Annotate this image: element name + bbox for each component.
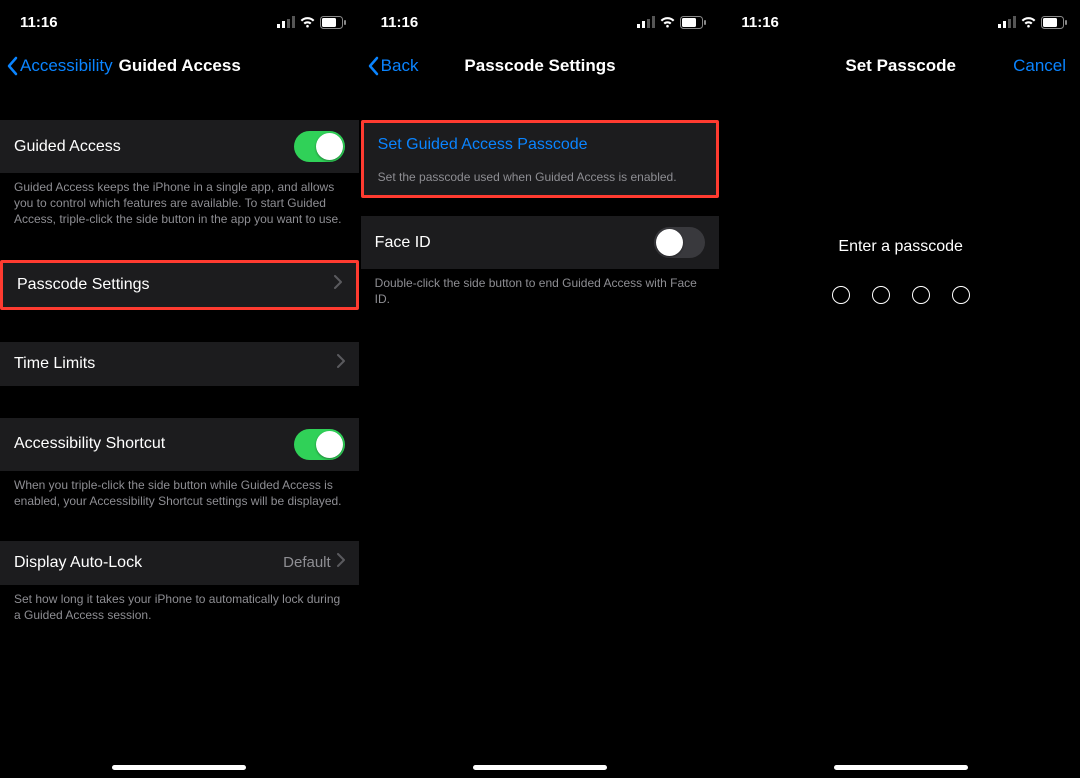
chevron-right-icon bbox=[334, 275, 342, 294]
footer-guided-access: Guided Access keeps the iPhone in a sing… bbox=[0, 173, 359, 228]
screen-guided-access: 11:16 Accessibility Guided Access Guided… bbox=[0, 0, 361, 778]
cellular-icon bbox=[998, 16, 1016, 28]
toggle-face-id[interactable] bbox=[654, 227, 705, 258]
footer-set-passcode: Set the passcode used when Guided Access… bbox=[364, 165, 717, 195]
highlight-passcode-settings: Passcode Settings bbox=[0, 260, 359, 310]
wifi-icon bbox=[659, 16, 676, 28]
passcode-dot bbox=[872, 286, 890, 304]
row-label: Display Auto-Lock bbox=[14, 554, 283, 572]
row-label: Guided Access bbox=[14, 138, 294, 156]
cancel-button[interactable]: Cancel bbox=[1013, 56, 1074, 76]
back-button[interactable]: Accessibility bbox=[6, 56, 113, 76]
passcode-dot bbox=[832, 286, 850, 304]
battery-icon bbox=[320, 16, 347, 29]
chevron-left-icon bbox=[367, 56, 379, 76]
nav-bar: Set Passcode Cancel bbox=[721, 44, 1080, 88]
chevron-right-icon bbox=[337, 553, 345, 572]
row-passcode-settings[interactable]: Passcode Settings bbox=[3, 263, 356, 307]
row-label: Passcode Settings bbox=[17, 276, 334, 294]
nav-bar: Back Passcode Settings bbox=[361, 44, 720, 88]
battery-icon bbox=[1041, 16, 1068, 29]
footer-face-id: Double-click the side button to end Guid… bbox=[361, 269, 720, 307]
chevron-left-icon bbox=[6, 56, 18, 76]
row-value: Default bbox=[283, 554, 331, 571]
status-indicators bbox=[998, 16, 1068, 29]
toggle-accessibility-shortcut[interactable] bbox=[294, 429, 345, 460]
row-display-autolock[interactable]: Display Auto-Lock Default bbox=[0, 541, 359, 585]
status-indicators bbox=[277, 16, 347, 29]
cellular-icon bbox=[277, 16, 295, 28]
home-indicator[interactable] bbox=[473, 765, 607, 770]
status-bar: 11:16 bbox=[721, 0, 1080, 44]
row-label: Set Guided Access Passcode bbox=[378, 136, 703, 154]
passcode-dots bbox=[721, 286, 1080, 304]
row-guided-access[interactable]: Guided Access bbox=[0, 120, 359, 173]
footer-accessibility-shortcut: When you triple-click the side button wh… bbox=[0, 471, 359, 509]
home-indicator[interactable] bbox=[834, 765, 968, 770]
passcode-dot bbox=[952, 286, 970, 304]
home-indicator[interactable] bbox=[112, 765, 246, 770]
screen-set-passcode: 11:16 Set Passcode Cancel Enter a passco… bbox=[721, 0, 1080, 778]
cellular-icon bbox=[637, 16, 655, 28]
row-label: Accessibility Shortcut bbox=[14, 435, 294, 453]
status-time: 11:16 bbox=[381, 14, 419, 31]
passcode-prompt: Enter a passcode bbox=[721, 238, 1080, 256]
wifi-icon bbox=[1020, 16, 1037, 28]
nav-title: Guided Access bbox=[119, 56, 241, 76]
battery-icon bbox=[680, 16, 707, 29]
wifi-icon bbox=[299, 16, 316, 28]
row-label: Time Limits bbox=[14, 355, 337, 373]
footer-display-autolock: Set how long it takes your iPhone to aut… bbox=[0, 585, 359, 623]
row-accessibility-shortcut[interactable]: Accessibility Shortcut bbox=[0, 418, 359, 471]
row-face-id[interactable]: Face ID bbox=[361, 216, 720, 269]
status-time: 11:16 bbox=[741, 14, 779, 31]
back-button[interactable]: Back bbox=[367, 56, 419, 76]
row-set-guided-access-passcode[interactable]: Set Guided Access Passcode bbox=[364, 123, 717, 167]
row-time-limits[interactable]: Time Limits bbox=[0, 342, 359, 386]
passcode-dot bbox=[912, 286, 930, 304]
status-time: 11:16 bbox=[20, 14, 58, 31]
status-bar: 11:16 bbox=[0, 0, 359, 44]
back-label: Accessibility bbox=[20, 56, 113, 76]
status-bar: 11:16 bbox=[361, 0, 720, 44]
status-indicators bbox=[637, 16, 707, 29]
back-label: Back bbox=[381, 56, 419, 76]
nav-bar: Accessibility Guided Access bbox=[0, 44, 359, 88]
highlight-set-passcode: Set Guided Access Passcode Set the passc… bbox=[361, 120, 720, 198]
screen-passcode-settings: 11:16 Back Passcode Settings Set Guided … bbox=[361, 0, 722, 778]
row-label: Face ID bbox=[375, 234, 655, 252]
chevron-right-icon bbox=[337, 354, 345, 373]
toggle-guided-access[interactable] bbox=[294, 131, 345, 162]
